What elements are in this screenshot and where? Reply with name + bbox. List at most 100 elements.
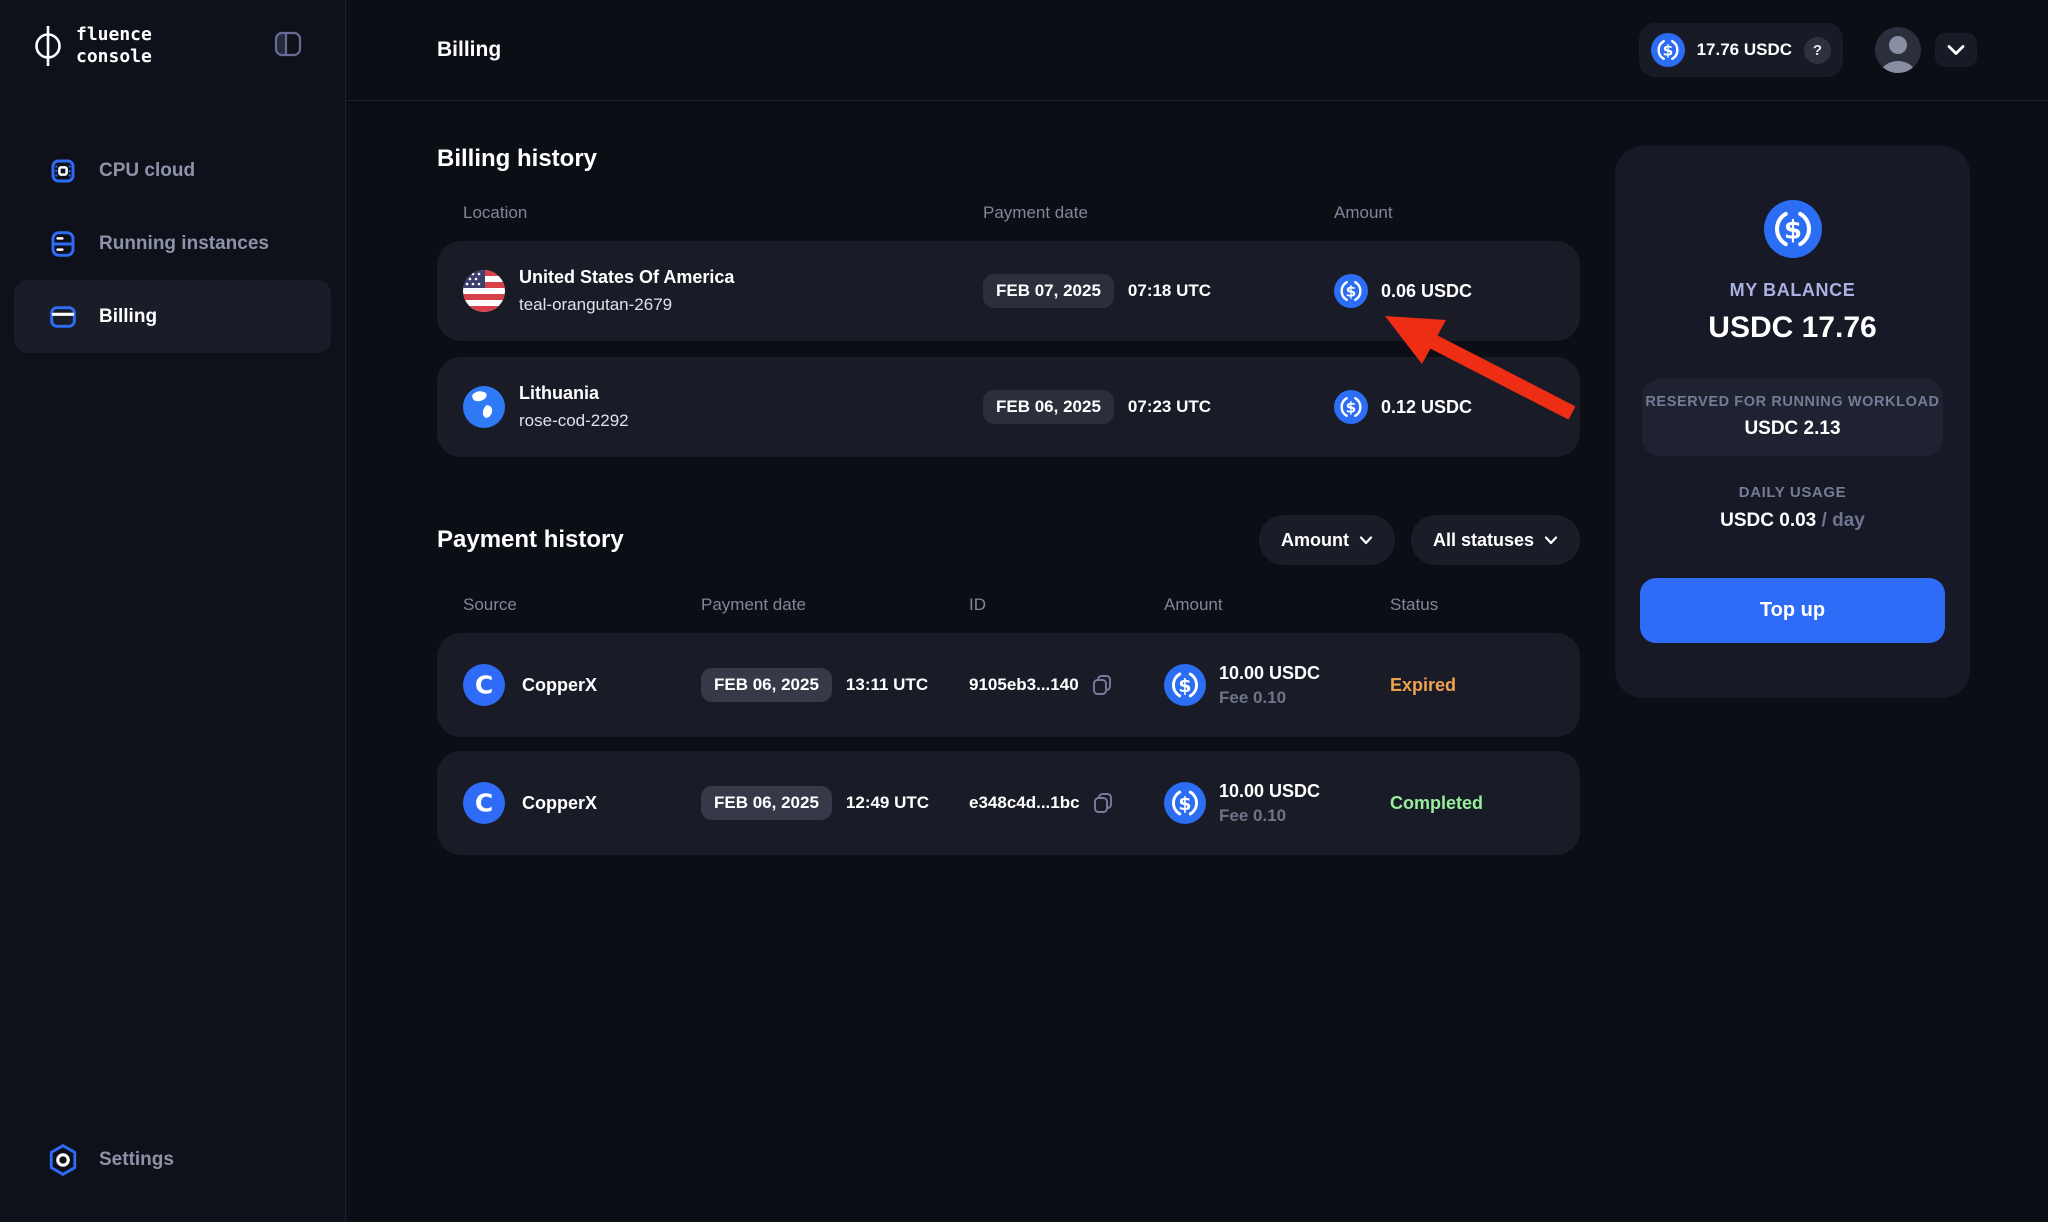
amount-value: 0.12 USDC <box>1381 396 1473 417</box>
phi-logo-icon <box>30 22 66 70</box>
collapse-sidebar-icon <box>273 30 303 58</box>
column-header: ID <box>969 595 986 614</box>
balance-panel: $ MY BALANCE USDC 17.76 RESERVED FOR RUN… <box>1615 146 1970 698</box>
billing-row: United States Of America teal-orangutan-… <box>437 241 1580 341</box>
amount-value: 0.06 USDC <box>1381 280 1473 301</box>
globe-icon <box>463 386 505 428</box>
chevron-down-icon <box>1359 535 1373 545</box>
time-label: 13:11 UTC <box>845 675 929 694</box>
instance-name: teal-orangutan-2679 <box>519 295 673 314</box>
column-header: Amount <box>1334 203 1393 222</box>
account-menu-button[interactable] <box>1935 33 1977 67</box>
payment-history-title: Payment history <box>437 526 624 553</box>
svg-text:$: $ <box>1178 793 1191 815</box>
column-header: Amount <box>1164 595 1223 614</box>
sidebar-item-running-instances[interactable]: Running instances <box>14 207 331 280</box>
transaction-id: 9105eb3...140 <box>969 675 1079 694</box>
daily-usage-label: DAILY USAGE <box>1738 484 1847 501</box>
source-name: CopperX <box>522 792 598 813</box>
status-badge: Completed <box>1390 792 1484 813</box>
content: Billing history Location Payment date Am… <box>346 101 2048 1222</box>
fee-label: Fee 0.10 <box>1219 805 1287 825</box>
amount-filter-dropdown[interactable]: Amount <box>1258 515 1395 565</box>
top-up-button[interactable]: Top up <box>1640 578 1945 643</box>
column-header: Source <box>463 595 517 614</box>
sidebar-item-settings[interactable]: Settings <box>14 1123 331 1196</box>
svg-text:$: $ <box>1178 675 1191 697</box>
sidebar-item-label: Billing <box>99 305 158 327</box>
amount-value: 10.00 USDC <box>1219 662 1321 683</box>
daily-usage-suffix: / day <box>1821 510 1865 531</box>
payment-row: C CopperX FEB 06, 2025 12:49 UTC e348c4d… <box>437 751 1580 855</box>
date-chip: FEB 06, 2025 <box>701 668 832 702</box>
status-filter-dropdown[interactable]: All statuses <box>1410 515 1580 565</box>
sidebar: fluence console CPU cloud Running instan… <box>0 0 346 1222</box>
credit-card-icon <box>47 301 79 333</box>
my-balance-label: MY BALANCE <box>1729 280 1856 300</box>
copperx-icon: C <box>463 782 505 824</box>
collapse-sidebar-button[interactable] <box>269 26 307 62</box>
time-label: 07:23 UTC <box>1127 397 1212 416</box>
help-icon[interactable]: ? <box>1804 36 1831 64</box>
copy-icon[interactable] <box>1090 790 1116 816</box>
chevron-down-icon <box>1544 535 1558 545</box>
my-balance-value: USDC 17.76 <box>1708 311 1877 344</box>
time-label: 07:18 UTC <box>1127 281 1212 300</box>
svg-text:$: $ <box>1662 42 1673 60</box>
header-balance-value: 17.76 USDC <box>1696 40 1792 59</box>
svg-text:C: C <box>475 671 493 700</box>
usdc-coin-icon: $ <box>1164 782 1206 824</box>
amount-value: 10.00 USDC <box>1219 780 1321 801</box>
balance-badge[interactable]: $ 17.76 USDC ? <box>1638 23 1843 77</box>
svg-text:C: C <box>475 789 493 818</box>
main-area: Billing $ 17.76 USDC ? Billing history L… <box>346 0 2048 1222</box>
reserved-box: RESERVED FOR RUNNING WORKLOAD USDC 2.13 <box>1642 379 1943 456</box>
usdc-coin-icon: $ <box>1763 200 1822 258</box>
copperx-icon: C <box>463 664 505 706</box>
page-title: Billing <box>437 38 502 61</box>
us-flag-icon <box>463 270 505 312</box>
copy-icon[interactable] <box>1089 672 1115 698</box>
avatar[interactable] <box>1875 27 1921 73</box>
sidebar-nav: CPU cloud Running instances Billing <box>0 134 345 353</box>
column-header: Payment date <box>701 595 806 614</box>
sidebar-item-label: CPU cloud <box>99 159 196 181</box>
billing-history-header: Location Payment date Amount <box>437 203 1580 223</box>
location-name: United States Of America <box>519 267 735 287</box>
top-bar: Billing $ 17.76 USDC ? <box>346 0 2048 101</box>
column-header: Status <box>1390 595 1439 614</box>
payment-row: C CopperX FEB 06, 2025 13:11 UTC 9105eb3… <box>437 633 1580 737</box>
svg-text:$: $ <box>1346 283 1357 301</box>
settings-icon <box>47 1143 79 1177</box>
svg-text:$: $ <box>1346 399 1357 417</box>
reserved-value: USDC 2.13 <box>1744 418 1841 439</box>
column-header: Payment date <box>983 203 1088 222</box>
sidebar-item-label: Settings <box>99 1148 174 1170</box>
server-icon <box>47 228 79 260</box>
reserved-label: RESERVED FOR RUNNING WORKLOAD <box>1645 394 1940 410</box>
logo-text: fluence console <box>76 24 152 67</box>
column-header: Location <box>463 203 528 222</box>
time-label: 12:49 UTC <box>845 793 930 812</box>
usdc-coin-icon: $ <box>1334 390 1368 424</box>
date-chip: FEB 06, 2025 <box>983 390 1114 424</box>
fee-label: Fee 0.10 <box>1219 687 1287 707</box>
billing-history-title: Billing history <box>437 145 598 172</box>
usdc-coin-icon: $ <box>1650 33 1685 67</box>
billing-row: Lithuania rose-cod-2292 FEB 06, 2025 07:… <box>437 357 1580 457</box>
filter-label: All statuses <box>1432 529 1534 550</box>
app-logo: fluence console <box>30 22 152 70</box>
sidebar-item-cpu-cloud[interactable]: CPU cloud <box>14 134 331 207</box>
date-chip: FEB 07, 2025 <box>983 274 1114 308</box>
svg-text:$: $ <box>1783 215 1801 245</box>
sidebar-item-billing[interactable]: Billing <box>14 280 331 353</box>
daily-usage-value: USDC 0.03 / day <box>1720 510 1865 531</box>
transaction-id: e348c4d...1bc <box>969 793 1080 812</box>
location-name: Lithuania <box>519 383 599 403</box>
date-chip: FEB 06, 2025 <box>701 786 832 820</box>
sidebar-item-label: Running instances <box>99 232 269 254</box>
usdc-coin-icon: $ <box>1164 664 1206 706</box>
app-root: fluence console CPU cloud Running instan… <box>0 0 2048 1222</box>
cpu-chip-icon <box>47 155 79 187</box>
payment-history-header: Source Payment date ID Amount Status <box>437 595 1580 615</box>
